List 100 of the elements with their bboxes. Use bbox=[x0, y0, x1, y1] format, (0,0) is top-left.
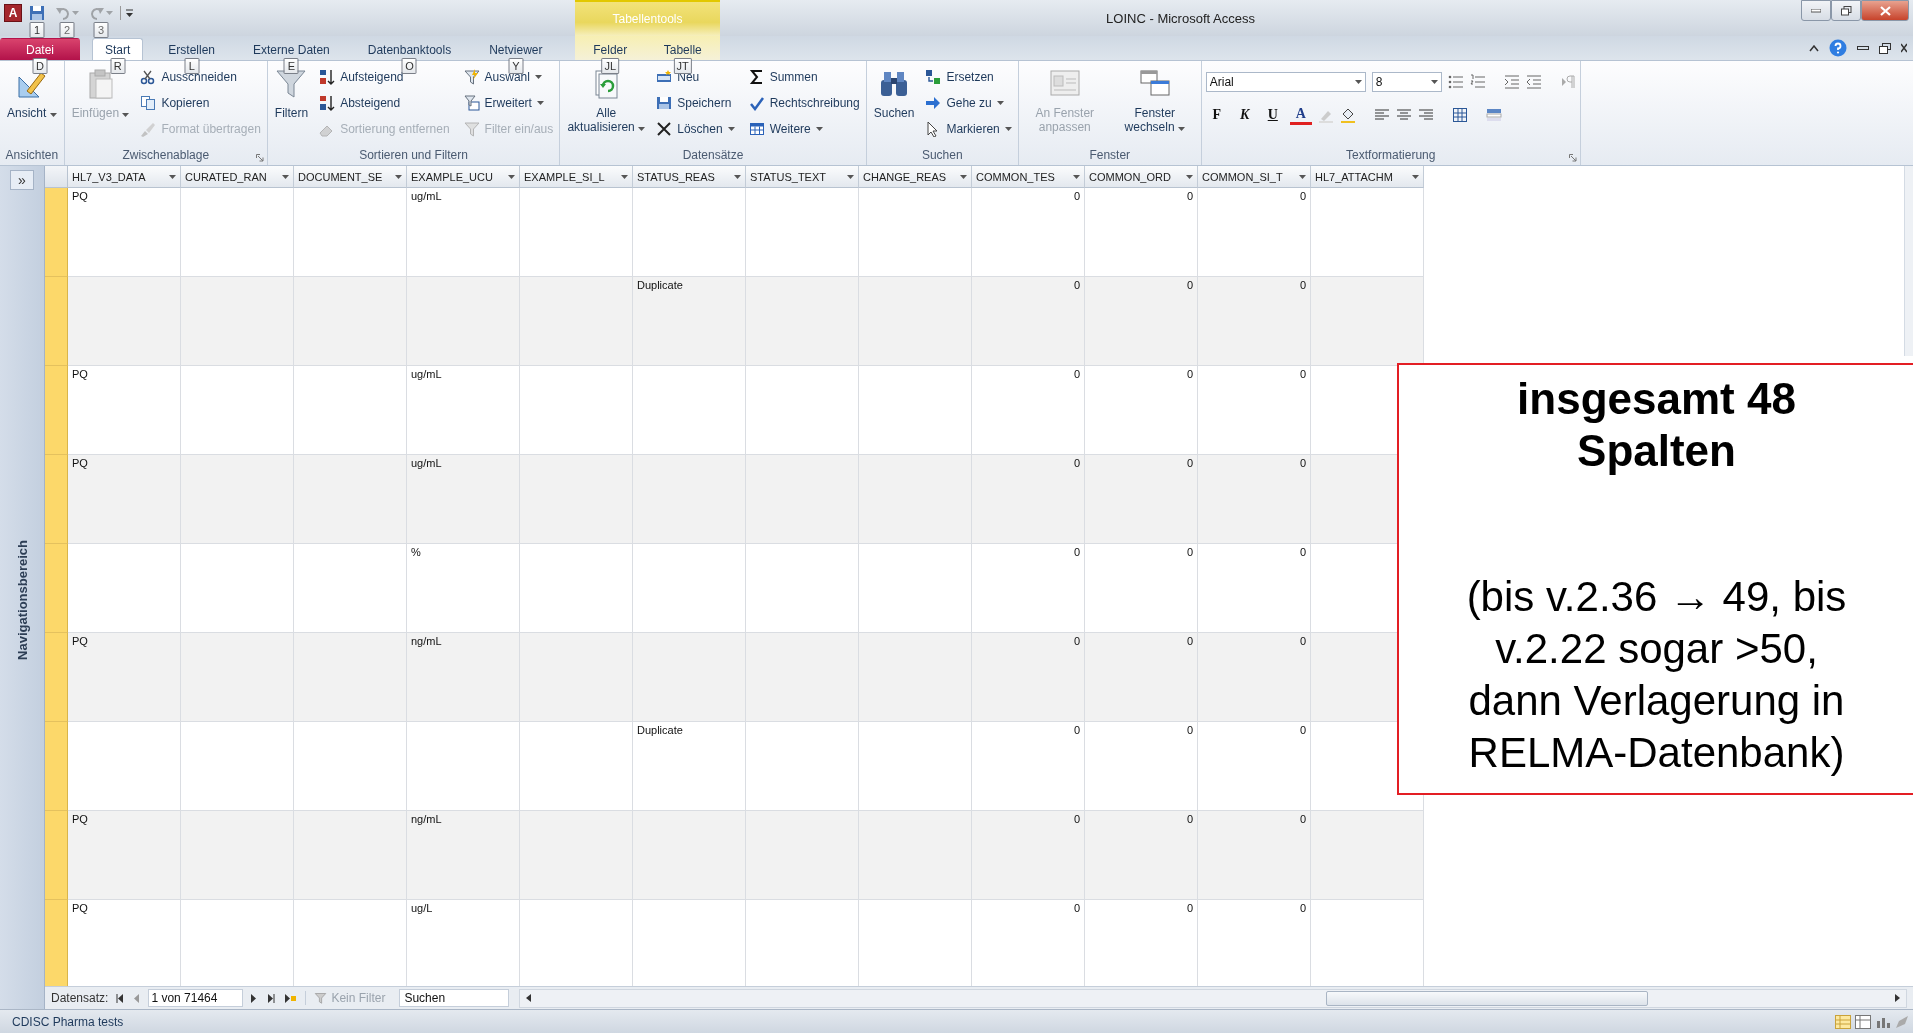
column-header[interactable]: EXAMPLE_UCU bbox=[407, 166, 520, 188]
font-size-field[interactable]: 8 bbox=[1371, 72, 1442, 92]
caret-icon bbox=[534, 75, 542, 79]
caret-icon bbox=[1177, 127, 1185, 131]
caret-icon bbox=[996, 101, 1004, 105]
ribbon-button[interactable]: Gehe zu bbox=[923, 90, 1014, 116]
gridlines-icon[interactable] bbox=[1451, 107, 1468, 123]
group-label: Suchen bbox=[921, 148, 963, 162]
table-cell: 0 bbox=[1198, 455, 1311, 544]
column-header[interactable]: DOCUMENT_SE bbox=[294, 166, 407, 188]
font-style-button[interactable]: K bbox=[1233, 104, 1256, 126]
ribbon-tab[interactable]: Felder bbox=[586, 38, 635, 60]
ribbon-button[interactable]: Suchen bbox=[870, 64, 918, 148]
ribbon-button[interactable]: Speichern bbox=[654, 90, 737, 116]
row-color-icon[interactable] bbox=[1485, 107, 1502, 123]
indent-icon[interactable] bbox=[1503, 74, 1520, 90]
column-header[interactable]: EXAMPLE_SI_L bbox=[520, 166, 633, 188]
minimize-icon bbox=[1811, 8, 1821, 13]
status-text: CDISC Pharma tests bbox=[12, 1014, 124, 1029]
column-header[interactable]: COMMON_ORD bbox=[1085, 166, 1198, 188]
ribbon-tab[interactable]: Tabelle bbox=[656, 38, 709, 60]
caret-icon bbox=[536, 101, 544, 105]
column-header[interactable]: COMMON_TES bbox=[972, 166, 1085, 188]
restore-button[interactable] bbox=[1831, 0, 1861, 21]
align-right-icon[interactable] bbox=[1417, 107, 1434, 123]
table-cell: 0 bbox=[1085, 455, 1198, 544]
scrollbar-thumb[interactable] bbox=[1326, 990, 1648, 1006]
pivot-view-icon[interactable] bbox=[1855, 1014, 1871, 1029]
minimize-icon[interactable] bbox=[1857, 46, 1869, 50]
last-record-button[interactable] bbox=[265, 993, 278, 1003]
ribbon-button[interactable]: Absteigend bbox=[317, 90, 452, 116]
font-style-button[interactable]: F bbox=[1205, 104, 1228, 126]
funnel-icon bbox=[314, 992, 328, 1004]
caret-icon bbox=[1004, 127, 1012, 131]
group-label: Ansichten bbox=[5, 148, 59, 162]
scroll-right-icon[interactable] bbox=[1892, 993, 1902, 1003]
font-color-button[interactable]: A bbox=[1289, 105, 1312, 125]
keytip: L bbox=[184, 58, 200, 74]
font-name-field[interactable]: Arial bbox=[1205, 72, 1366, 92]
column-header[interactable]: STATUS_TEXT bbox=[746, 166, 859, 188]
keytip: O bbox=[401, 58, 417, 74]
window-title: LOINC - Microsoft Access bbox=[1106, 10, 1255, 26]
column-header[interactable]: CHANGE_REAS bbox=[859, 166, 972, 188]
table-cell: 0 bbox=[972, 633, 1085, 722]
restore-icon[interactable] bbox=[1879, 42, 1891, 54]
outdent-icon[interactable] bbox=[1525, 74, 1542, 90]
column-header[interactable]: COMMON_SI_T bbox=[1198, 166, 1311, 188]
ribbon-tab[interactable]: Datei bbox=[0, 38, 80, 60]
design-view-icon[interactable] bbox=[1895, 1014, 1909, 1029]
column-header[interactable]: STATUS_REAS bbox=[633, 166, 746, 188]
dialog-launcher-icon[interactable] bbox=[255, 154, 264, 162]
align-left-icon[interactable] bbox=[1373, 107, 1390, 123]
paint-bucket-icon[interactable] bbox=[1339, 107, 1356, 123]
close-button[interactable] bbox=[1861, 0, 1909, 21]
font-style-button[interactable]: U bbox=[1261, 104, 1284, 126]
app-logo: A bbox=[4, 4, 22, 22]
ribbon-button[interactable]: Markieren bbox=[923, 116, 1014, 142]
caret-icon bbox=[727, 127, 735, 131]
ribbon-button[interactable]: Erweitert bbox=[461, 90, 556, 116]
help-icon[interactable] bbox=[1829, 39, 1847, 57]
ribbon-tab[interactable]: Netviewer bbox=[476, 38, 556, 60]
column-header[interactable]: HL7_V3_DATA bbox=[68, 166, 181, 188]
numbered-list-icon[interactable] bbox=[1469, 74, 1486, 90]
bullet-list-icon[interactable] bbox=[1447, 74, 1464, 90]
ribbon-button[interactable]: Fenster wechseln bbox=[1112, 64, 1197, 148]
search-field[interactable]: Suchen bbox=[399, 989, 510, 1007]
customize-menu-icon[interactable] bbox=[125, 7, 134, 19]
ribbon-button[interactable]: Summen bbox=[746, 64, 862, 90]
expand-pane-button[interactable]: » bbox=[10, 170, 34, 190]
ribbon-tab[interactable]: Datenbanktools bbox=[354, 38, 465, 60]
keytip: JL bbox=[601, 58, 620, 74]
caret-icon bbox=[1430, 80, 1438, 84]
record-position-field[interactable]: 1 von 71464 bbox=[148, 989, 244, 1007]
collapse-ribbon-icon[interactable] bbox=[1809, 44, 1819, 52]
ribbon-tab[interactable]: Start bbox=[92, 38, 144, 60]
horizontal-scrollbar[interactable] bbox=[519, 988, 1907, 1008]
group-label: Datensätze bbox=[682, 148, 744, 162]
column-header[interactable]: HL7_ATTACHM bbox=[1311, 166, 1424, 188]
ribbon-button[interactable]: Weitere bbox=[746, 116, 862, 142]
funnel-icon bbox=[463, 121, 480, 137]
ribbon-button[interactable]: Rechtschreibung bbox=[746, 90, 862, 116]
caret-icon bbox=[1299, 174, 1306, 179]
dialog-launcher-icon[interactable] bbox=[1568, 154, 1577, 162]
align-center-icon[interactable] bbox=[1395, 107, 1412, 123]
paragraph-icon[interactable] bbox=[1559, 74, 1576, 90]
datasheet-view-icon[interactable] bbox=[1835, 1014, 1851, 1029]
ribbon-button[interactable]: Ersetzen bbox=[923, 64, 1014, 90]
table-cell: 0 bbox=[1198, 811, 1311, 900]
vertical-scrollbar[interactable] bbox=[1904, 166, 1913, 356]
ribbon-button[interactable]: Löschen bbox=[654, 116, 737, 142]
close-icon[interactable] bbox=[1901, 43, 1907, 53]
caret-icon bbox=[395, 174, 402, 179]
ribbon-button[interactable]: Kopieren bbox=[138, 90, 263, 116]
column-header[interactable]: CURATED_RAN bbox=[181, 166, 294, 188]
ribbon-tab[interactable]: Erstellen bbox=[155, 38, 229, 60]
caret-icon bbox=[621, 174, 628, 179]
caret-icon bbox=[734, 174, 741, 179]
ribbon-tab[interactable]: Externe Daten bbox=[240, 38, 343, 60]
table-cell: ng/mL bbox=[407, 811, 520, 900]
copy-icon bbox=[140, 95, 157, 111]
